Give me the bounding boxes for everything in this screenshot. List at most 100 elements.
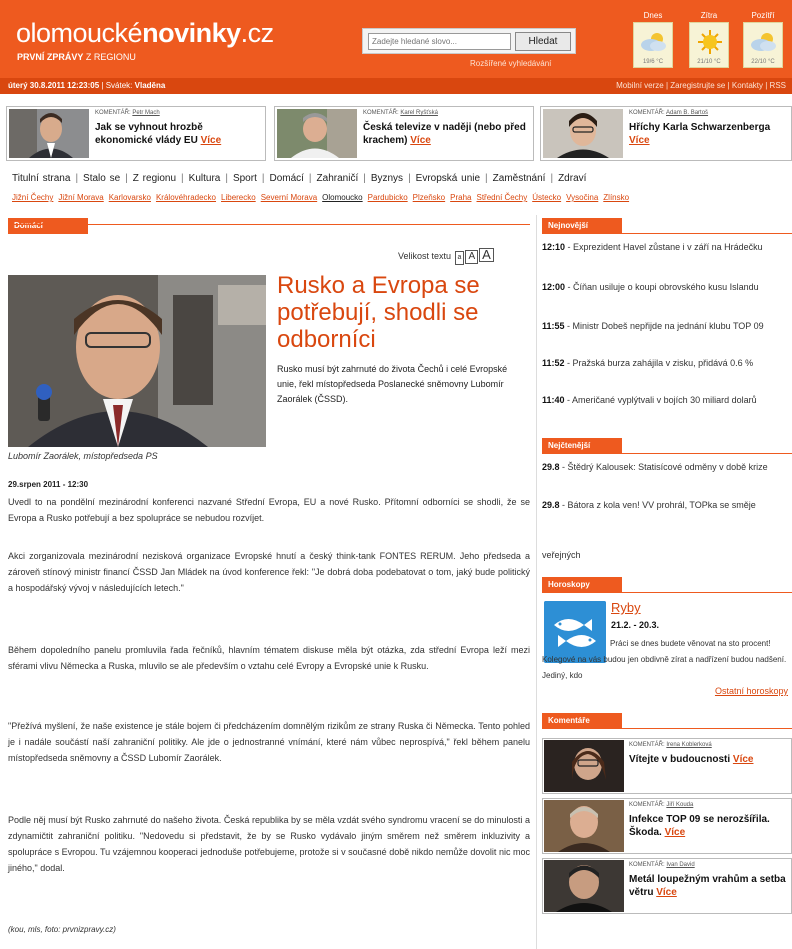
more-link: Více [656,887,677,898]
horoscope-sign-link[interactable]: Ryby [611,600,641,615]
region-nav-item[interactable]: Olomoucko [322,193,362,202]
weather-tomorrow: Zítra 21/10 °C [688,10,730,70]
sun-icon [698,30,722,54]
top-links[interactable]: Mobilní verze | Zaregistrujte se | Konta… [616,78,786,94]
article-paragraph: Během dopoledního panelu promluvila řada… [8,645,530,671]
author-photo [544,800,624,852]
nav-separator: | [408,173,411,184]
region-nav-item[interactable]: Praha [450,193,471,202]
article-headline: Rusko a Evropa se potřebují, shodli se o… [277,272,480,353]
nav-separator: | [75,173,79,184]
more-link: Více [664,827,686,838]
region-nav-item[interactable]: Severní Morava [261,193,317,202]
nav-separator: | [485,173,488,184]
region-nav-item[interactable]: Jižní Morava [58,193,103,202]
nav-item[interactable]: Kultura [189,173,221,184]
text-size-small-button[interactable]: a [454,251,465,265]
section-label-comments: Komentáře [542,713,622,729]
region-nav-item[interactable]: Zlínsko [603,193,629,202]
date-nameday: úterý 30.8.2011 12:23:05 | Svátek: Vladě… [8,81,166,90]
commentary-title[interactable]: Česká televize v naději (nebo před krach… [363,121,529,147]
region-nav-item[interactable]: Střední Čechy [477,193,528,202]
advanced-search-link[interactable]: Rozšířené vyhledávání [470,59,551,68]
commentary-title[interactable]: Hříchy Karla Schwarzenberga Více [629,121,787,147]
commentary-title[interactable]: Infekce TOP 09 se nerozšířila. Škoda. Ví… [629,813,788,839]
section-label-newest: Nejnovější [542,218,622,234]
commentary-card[interactable]: KOMENTÁŘ: Jiří Kouda Infekce TOP 09 se n… [542,798,792,854]
other-horoscopes-link[interactable]: Ostatní horoskopy [715,686,788,696]
commentary-title[interactable]: Metál loupežným vrahům a setba větru Víc… [629,873,788,899]
search-box: Hledat [362,28,576,54]
commentary-title[interactable]: Vítejte v budoucnosti Více [629,753,788,766]
news-item[interactable]: 12:10 - Exprezident Havel zůstane i v zá… [542,240,792,254]
text-size-control: Velikost textu aAA [398,248,494,265]
search-input[interactable] [368,33,511,50]
weather-temp: 21/10 °C [697,59,721,65]
commentary-card[interactable]: KOMENTÁŘ: Adam B. Bartoš Hříchy Karla Sc… [540,106,792,161]
cloud-sun-icon [751,33,776,51]
main-nav: Titulní strana | Stalo se | Z regionu | Kultur… [12,173,586,184]
commentary-author: Irena Koblerková [666,742,712,748]
news-item[interactable]: 29.8 - Bátora z kola ven! VV prohrál, TO… [542,498,792,512]
region-nav: Jižní Čechy Jižní Morava Karlovarsko Králov… [12,193,634,202]
nav-item[interactable]: Byznys [371,173,403,184]
region-nav-item[interactable]: Vysočina [566,193,598,202]
divider [542,233,792,234]
region-nav-item[interactable]: Liberecko [221,193,256,202]
article-paragraph: "Přežívá myšlení, že naše existence je s… [8,721,530,763]
commentary-author: Jiří Kouda [666,802,694,808]
article-lead: Rusko musí být zahrnuté do života Čechů … [277,364,508,404]
commentary-card[interactable]: KOMENTÁŘ: Ivan David Metál loupežným vra… [542,858,792,914]
nav-separator: | [308,173,312,184]
article-paragraph: Uvedl to na pondělní mezinárodní konfere… [8,497,530,523]
region-nav-item[interactable]: Jižní Čechy [12,193,53,202]
info-bar: úterý 30.8.2011 12:23:05 | Svátek: Vladě… [0,78,792,94]
weather-day-after: Pozítří 22/10 °C [742,10,784,70]
news-item[interactable]: 11:52 - Pražská burza zahájila v zisku, … [542,356,792,370]
news-item[interactable]: 11:40 - Američané vyplýtvali v bojích 30… [542,393,792,407]
commentary-author: Adam B. Bartoš [666,110,709,116]
nav-item[interactable]: Titulní strana [12,173,70,184]
nav-item[interactable]: Stalo se [83,173,120,184]
commentary-title[interactable]: Jak se vyhnout hrozbě ekonomické vlády E… [95,121,261,147]
region-nav-item[interactable]: Plzeňsko [413,193,445,202]
section-label: Domácí [8,218,88,234]
region-nav-item[interactable]: Karlovarsko [109,193,151,202]
weather-label: Zítra [700,11,718,20]
nav-item[interactable]: Zdraví [558,173,586,184]
text-size-medium-button[interactable]: A [465,250,479,264]
author-photo [543,109,623,158]
article-dateline: 29.srpen 2011 - 12:30 [8,480,89,489]
commentary-card[interactable]: KOMENTÁŘ: Petr Mach Jak se vyhnout hrozb… [6,106,266,161]
nav-item[interactable]: Zahraničí [317,173,359,184]
weather-today: Dnes 19/6 °C [632,10,674,70]
article-credit: (kou, mls, foto: prvnizpravy.cz) [8,925,116,934]
news-item[interactable]: 29.8 - Štědrý Kalousek: Statisícové odmě… [542,460,792,474]
commentary-card[interactable]: KOMENTÁŘ: Karel Ryšťská Česká televize v… [274,106,534,161]
news-item-tail[interactable]: veřejných [542,548,792,562]
more-link: Více [629,135,650,146]
site-logo[interactable]: olomouckénovinky.cz [16,18,274,49]
news-item[interactable]: 12:00 - Číňan usiluje o koupi obrovského… [542,280,792,294]
nav-item[interactable]: Evropská unie [416,173,480,184]
article-photo [8,275,266,447]
divider [542,453,792,454]
commentary-card[interactable]: KOMENTÁŘ: Irena Koblerková Vítejte v bud… [542,738,792,794]
nav-separator: | [363,173,366,184]
text-size-large-button[interactable]: A [479,248,494,262]
weather-temp: 19/6 °C [642,59,664,65]
news-item[interactable]: 11:55 - Ministr Dobeš nepřijde na jednán… [542,319,792,333]
divider [8,224,530,225]
nav-item[interactable]: Sport [233,173,257,184]
nav-item[interactable]: Z regionu [133,173,176,184]
nav-item[interactable]: Domácí [269,173,303,184]
section-label-most-read: Nejčtenější [542,438,622,454]
region-nav-item[interactable]: Královéhradecko [156,193,216,202]
region-nav-item[interactable]: Ústecko [532,193,561,202]
more-link: Více [410,135,431,146]
search-button[interactable]: Hledat [515,32,571,51]
nav-item[interactable]: Zaměstnání [493,173,546,184]
commentary-author: Ivan David [666,862,695,868]
nav-separator: | [125,173,128,184]
region-nav-item[interactable]: Pardubicko [368,193,408,202]
